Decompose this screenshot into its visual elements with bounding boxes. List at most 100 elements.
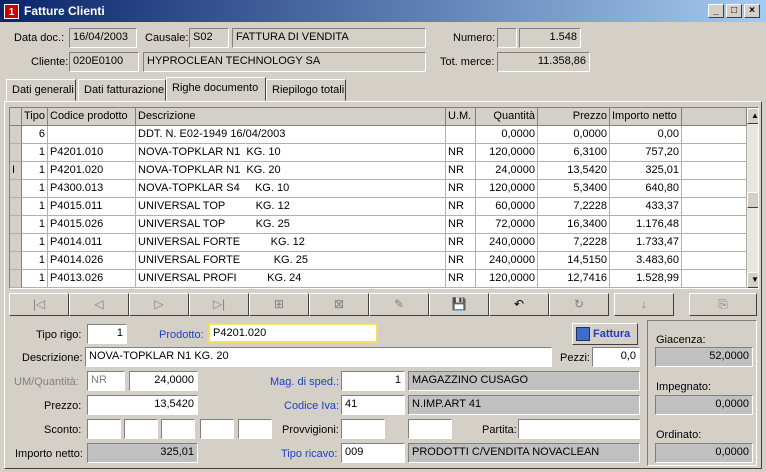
pezzi-field[interactable]: 0,0 [592,347,640,367]
next-record-icon[interactable]: ▷ [129,293,189,316]
scroll-up-icon[interactable]: ▲ [747,108,758,124]
cell-quantita[interactable]: 120,0000 [476,270,538,288]
cell-um[interactable]: NR [446,270,476,288]
cell-codice[interactable]: P4201.020 [48,162,136,180]
cell-prezzo[interactable]: 12,7416 [538,270,610,288]
row-indicator[interactable] [10,216,22,234]
cell-importo[interactable]: 433,37 [610,198,682,216]
table-row[interactable]: I 1 P4201.020 NOVA-TOPKLAR N1 KG. 20 NR 24,00… [10,162,747,180]
cell-descrizione[interactable]: UNIVERSAL FORTE KG. 12 [136,234,446,252]
cell-importo[interactable]: 1.733,47 [610,234,682,252]
cell-codice[interactable]: P4014.011 [48,234,136,252]
cell-descrizione[interactable]: NOVA-TOPKLAR S4 KG. 10 [136,180,446,198]
cell-importo[interactable]: 1.528,99 [610,270,682,288]
codice-iva-field[interactable]: 41 [341,395,405,415]
sort-icon[interactable]: ↓ [614,293,674,316]
save-icon[interactable]: 💾 [429,293,489,316]
cell-quantita[interactable]: 72,0000 [476,216,538,234]
cell-tipo[interactable]: 1 [22,216,48,234]
cell-tipo[interactable]: 1 [22,234,48,252]
table-row[interactable]: 1 P4201.010 NOVA-TOPKLAR N1 KG. 10 NR 120,00… [10,144,747,162]
copy-icon[interactable]: ⎘ [689,293,757,316]
row-indicator[interactable] [10,234,22,252]
cell-prezzo[interactable]: 5,3400 [538,180,610,198]
cell-tipo[interactable]: 1 [22,144,48,162]
cell-descrizione[interactable]: UNIVERSAL FORTE KG. 25 [136,252,446,270]
tab-riepilogo-totali[interactable]: Riepilogo totali [266,79,346,101]
cell-importo[interactable]: 325,01 [610,162,682,180]
first-record-icon[interactable]: |◁ [9,293,69,316]
row-indicator[interactable] [10,180,22,198]
col-header-importo[interactable]: Importo netto [610,108,682,126]
tipo-ricavo-field[interactable]: 009 [341,443,405,463]
partita-field[interactable] [518,419,640,439]
cell-um[interactable]: NR [446,180,476,198]
edit-record-icon[interactable]: ✎ [369,293,429,316]
numero-field[interactable]: 1.548 [519,28,581,48]
undo-icon[interactable]: ↶ [489,293,549,316]
last-record-icon[interactable]: ▷| [189,293,249,316]
cell-quantita[interactable]: 0,0000 [476,126,538,144]
cliente-code-field[interactable]: 020E0100 [69,52,139,72]
tab-dati-generali[interactable]: Dati generali [6,79,76,101]
tipo-rigo-field[interactable]: 1 [87,324,127,344]
refresh-icon[interactable]: ↻ [549,293,609,316]
sconto-4-field[interactable] [200,419,234,439]
col-header-tipo[interactable]: Tipo [22,108,48,126]
maximize-button[interactable]: □ [726,4,742,18]
table-row[interactable]: 1 P4015.026 UNIVERSAL TOP KG. 25 NR 72,0000 1… [10,216,747,234]
cell-quantita[interactable]: 120,0000 [476,144,538,162]
row-indicator[interactable] [10,270,22,288]
cell-um[interactable]: NR [446,216,476,234]
table-row[interactable]: 1 P4014.011 UNIVERSAL FORTE KG. 12 NR 240,00… [10,234,747,252]
scroll-thumb[interactable] [747,192,758,208]
cell-tipo[interactable]: 1 [22,162,48,180]
col-header-quantita[interactable]: Quantità [476,108,538,126]
cell-prezzo[interactable]: 6,3100 [538,144,610,162]
delete-record-icon[interactable]: ⊠ [309,293,369,316]
cell-codice[interactable]: P4201.010 [48,144,136,162]
table-row[interactable]: 1 P4015.011 UNIVERSAL TOP KG. 12 NR 60,0000 7… [10,198,747,216]
cell-codice[interactable]: P4014.026 [48,252,136,270]
app-icon[interactable]: 1 [4,4,19,19]
provvigioni-1-field[interactable] [341,419,385,439]
cell-um[interactable]: NR [446,144,476,162]
cell-descrizione[interactable]: UNIVERSAL TOP KG. 12 [136,198,446,216]
cell-quantita[interactable]: 60,0000 [476,198,538,216]
data-doc-field[interactable]: 16/04/2003 [69,28,137,48]
cell-um[interactable]: NR [446,252,476,270]
close-button[interactable]: × [744,4,760,18]
insert-record-icon[interactable]: ⊞ [249,293,309,316]
prezzo-field[interactable]: 13,5420 [87,395,198,415]
mag-sped-code-field[interactable]: 1 [341,371,405,391]
cell-importo[interactable]: 3.483,60 [610,252,682,270]
prodotto-field[interactable]: P4201.020 [208,323,378,343]
cell-quantita[interactable]: 24,0000 [476,162,538,180]
cell-prezzo[interactable]: 0,0000 [538,126,610,144]
sconto-5-field[interactable] [238,419,272,439]
cell-um[interactable]: NR [446,234,476,252]
cell-codice[interactable]: P4015.026 [48,216,136,234]
prev-record-icon[interactable]: ◁ [69,293,129,316]
col-header-um[interactable]: U.M. [446,108,476,126]
cell-descrizione[interactable]: NOVA-TOPKLAR N1 KG. 20 [136,162,446,180]
sconto-1-field[interactable] [87,419,121,439]
row-indicator[interactable] [10,198,22,216]
table-row[interactable]: 6 DDT. N. E02-1949 16/04/2003 0,0000 0,0000… [10,126,747,144]
fattura-button[interactable]: Fattura [572,323,638,345]
cell-importo[interactable]: 0,00 [610,126,682,144]
cell-descrizione[interactable]: UNIVERSAL TOP KG. 25 [136,216,446,234]
cell-um[interactable]: NR [446,162,476,180]
table-row[interactable]: 1 P4300.013 NOVA-TOPKLAR S4 KG. 10 NR 120,00… [10,180,747,198]
cell-um[interactable]: NR [446,198,476,216]
table-row[interactable]: 1 P4014.026 UNIVERSAL FORTE KG. 25 NR 240,00… [10,252,747,270]
cell-prezzo[interactable]: 7,2228 [538,234,610,252]
numero-series-field[interactable] [497,28,517,48]
cell-prezzo[interactable]: 14,5150 [538,252,610,270]
cell-importo[interactable]: 640,80 [610,180,682,198]
grid-vertical-scrollbar[interactable]: ▲ ▼ [747,108,758,288]
row-indicator[interactable] [10,252,22,270]
tab-righe-documento[interactable]: Righe documento [166,77,266,101]
cell-tipo[interactable]: 1 [22,252,48,270]
minimize-button[interactable]: _ [708,4,724,18]
